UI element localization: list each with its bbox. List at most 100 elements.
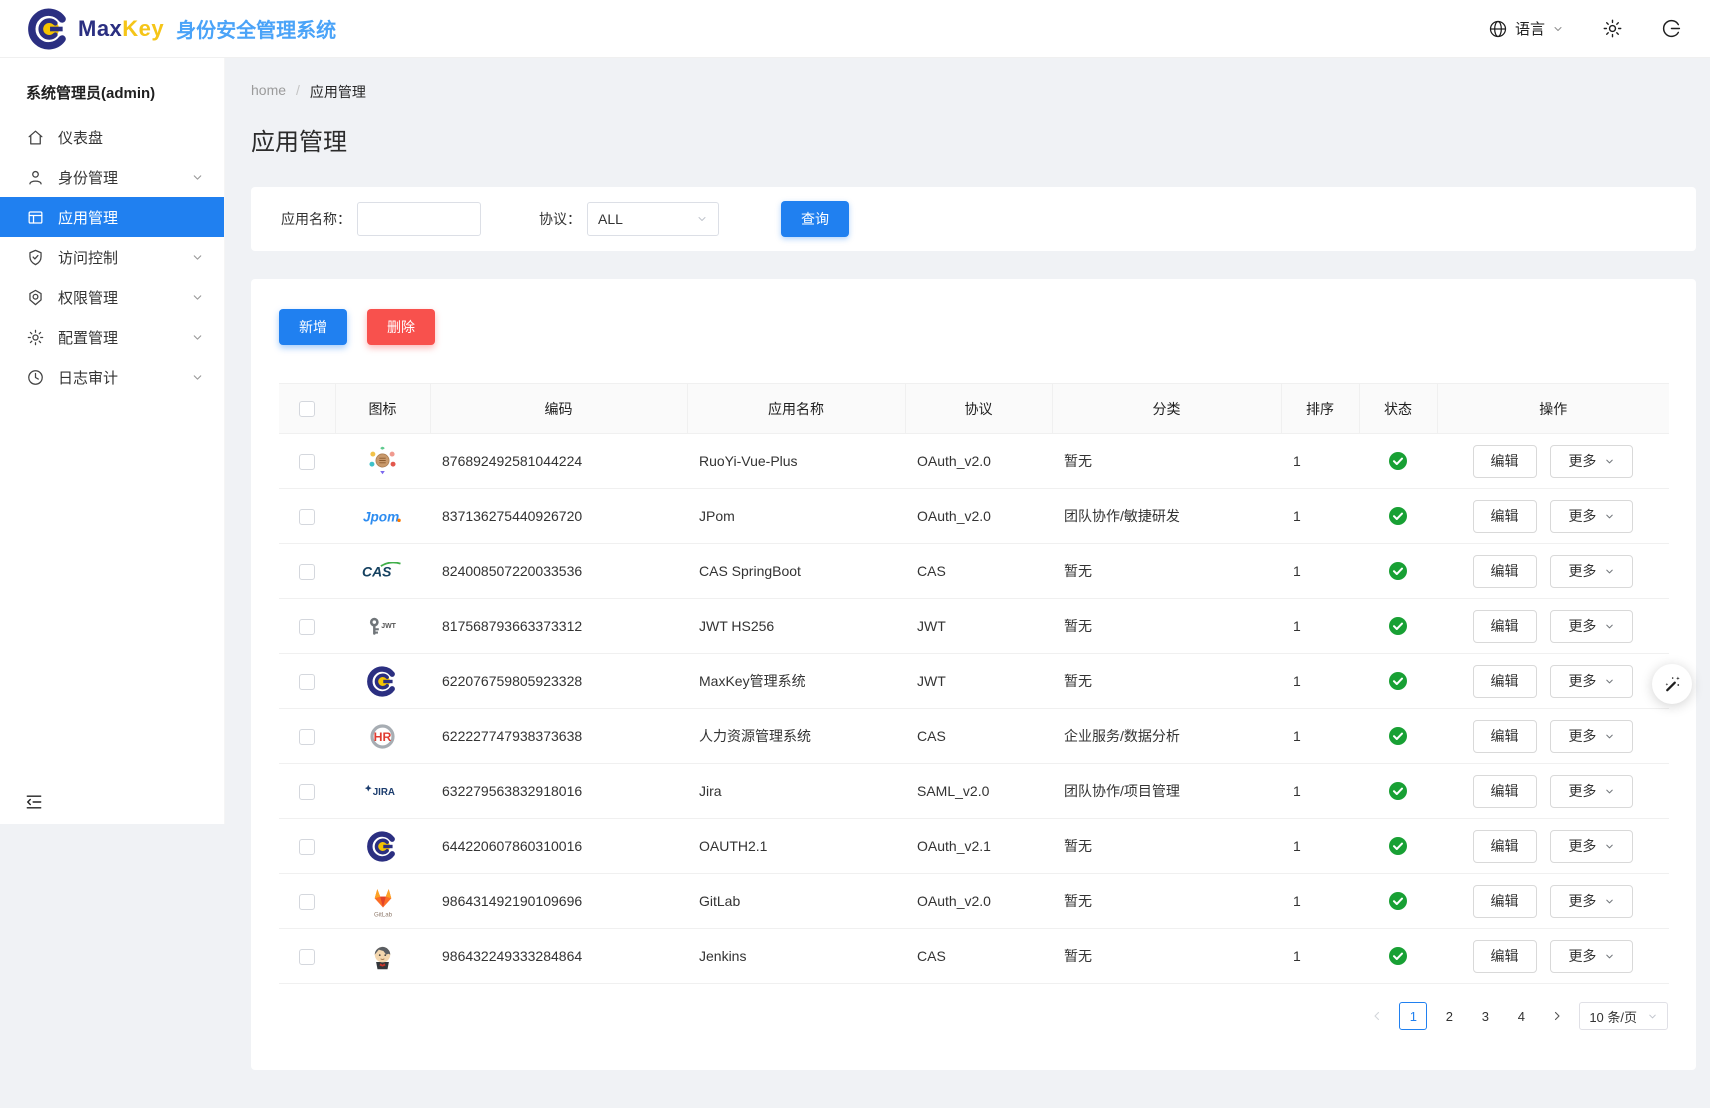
app-protocol: CAS — [905, 929, 1052, 984]
chevron-down-icon — [696, 213, 708, 225]
edit-button[interactable]: 编辑 — [1473, 610, 1537, 643]
column-header: 应用名称 — [687, 384, 905, 434]
chevron-down-icon — [1604, 951, 1615, 962]
page-button[interactable]: 1 — [1399, 1002, 1427, 1030]
more-button[interactable]: 更多 — [1550, 830, 1633, 863]
more-button[interactable]: 更多 — [1550, 610, 1633, 643]
chevron-down-icon — [1604, 676, 1615, 687]
delete-button[interactable]: 删除 — [367, 309, 435, 345]
column-header: 操作 — [1437, 384, 1669, 434]
edit-button[interactable]: 编辑 — [1473, 830, 1537, 863]
app-protocol: CAS — [905, 709, 1052, 764]
logout-button[interactable] — [1661, 18, 1682, 39]
row-checkbox[interactable] — [299, 729, 315, 745]
logout-icon — [1661, 18, 1682, 39]
app-code: 986432249333284864 — [430, 929, 687, 984]
column-header: 分类 — [1052, 384, 1281, 434]
page-button[interactable]: 2 — [1435, 1002, 1463, 1030]
app-name: OAUTH2.1 — [687, 819, 905, 874]
sidebar-item-permissions[interactable]: 权限管理 — [0, 277, 224, 317]
edit-button[interactable]: 编辑 — [1473, 445, 1537, 478]
theme-wand-button[interactable] — [1652, 664, 1692, 704]
breadcrumb: home / 应用管理 — [251, 82, 1696, 102]
row-checkbox[interactable] — [299, 784, 315, 800]
app-sort: 1 — [1281, 489, 1359, 544]
app-protocol: JWT — [905, 654, 1052, 709]
app-sort: 1 — [1281, 434, 1359, 489]
next-page-button[interactable] — [1543, 1002, 1571, 1030]
page-size-select[interactable]: 10 条/页 — [1579, 1002, 1668, 1030]
more-button[interactable]: 更多 — [1550, 885, 1633, 918]
row-checkbox[interactable] — [299, 674, 315, 690]
edit-button[interactable]: 编辑 — [1473, 885, 1537, 918]
breadcrumb-separator: / — [296, 82, 300, 102]
more-button[interactable]: 更多 — [1550, 555, 1633, 588]
chevron-down-icon — [1604, 731, 1615, 742]
app-name-input[interactable] — [357, 202, 481, 236]
app-code: 876892492581044224 — [430, 434, 687, 489]
status-enabled-icon — [1388, 506, 1408, 526]
previous-page-button[interactable] — [1363, 1002, 1391, 1030]
edit-button[interactable]: 编辑 — [1473, 940, 1537, 973]
edit-button[interactable]: 编辑 — [1473, 665, 1537, 698]
column-header: 状态 — [1359, 384, 1437, 434]
row-checkbox[interactable] — [299, 564, 315, 580]
app-category: 暂无 — [1052, 544, 1281, 599]
page-button[interactable]: 3 — [1471, 1002, 1499, 1030]
more-button[interactable]: 更多 — [1550, 720, 1633, 753]
sidebar-item-config[interactable]: 配置管理 — [0, 317, 224, 357]
sidebar-item-identity[interactable]: 身份管理 — [0, 157, 224, 197]
app-category: 暂无 — [1052, 599, 1281, 654]
page-button[interactable]: 4 — [1507, 1002, 1535, 1030]
breadcrumb-home[interactable]: home — [251, 82, 286, 102]
sidebar-item-dashboard[interactable]: 仪表盘 — [0, 117, 224, 157]
more-button[interactable]: 更多 — [1550, 500, 1633, 533]
search-button[interactable]: 查询 — [781, 201, 849, 237]
gear-icon — [26, 328, 45, 347]
sidebar: 系统管理员(admin) 仪表盘 身份管理 应用管理 访问控制 权限管理 配置管… — [0, 58, 225, 824]
more-button[interactable]: 更多 — [1550, 775, 1633, 808]
row-checkbox[interactable] — [299, 839, 315, 855]
chevron-down-icon — [1604, 456, 1615, 467]
status-enabled-icon — [1388, 451, 1408, 471]
chevron-down-icon — [191, 331, 204, 344]
edit-button[interactable]: 编辑 — [1473, 720, 1537, 753]
chevron-down-icon — [1604, 566, 1615, 577]
status-enabled-icon — [1388, 836, 1408, 856]
settings-button[interactable] — [1602, 18, 1623, 39]
row-checkbox[interactable] — [299, 619, 315, 635]
svg-text:Jpom: Jpom — [363, 509, 399, 524]
sidebar-collapse-button[interactable] — [24, 792, 44, 812]
edit-button[interactable]: 编辑 — [1473, 500, 1537, 533]
row-checkbox[interactable] — [299, 454, 315, 470]
table-row: 644220607860310016 OAUTH2.1 OAuth_v2.1 暂… — [279, 819, 1669, 874]
protocol-label: 协议： — [539, 209, 581, 229]
more-button[interactable]: 更多 — [1550, 445, 1633, 478]
gitlab-app-icon: GitLab — [368, 881, 398, 919]
more-button[interactable]: 更多 — [1550, 940, 1633, 973]
edit-button[interactable]: 编辑 — [1473, 555, 1537, 588]
app-name: Jira — [687, 764, 905, 819]
sidebar-user-title: 系统管理员(admin) — [0, 58, 224, 117]
svg-text:HR: HR — [374, 730, 392, 744]
sidebar-item-access[interactable]: 访问控制 — [0, 237, 224, 277]
jpom-app-icon: Jpom — [362, 497, 403, 535]
select-all-checkbox[interactable] — [299, 401, 315, 417]
app-protocol: SAML_v2.0 — [905, 764, 1052, 819]
chevron-down-icon — [1604, 621, 1615, 632]
language-menu[interactable]: 语言 — [1488, 18, 1564, 39]
more-button[interactable]: 更多 — [1550, 665, 1633, 698]
protocol-select[interactable]: ALL — [587, 202, 719, 236]
add-button[interactable]: 新增 — [279, 309, 347, 345]
row-checkbox[interactable] — [299, 509, 315, 525]
sidebar-item-audit[interactable]: 日志审计 — [0, 357, 224, 397]
magic-wand-icon — [1662, 674, 1683, 695]
edit-button[interactable]: 编辑 — [1473, 775, 1537, 808]
row-checkbox[interactable] — [299, 949, 315, 965]
row-checkbox[interactable] — [299, 894, 315, 910]
app-protocol: OAuth_v2.1 — [905, 819, 1052, 874]
svg-text:CAS: CAS — [362, 564, 392, 580]
clock-icon — [26, 368, 45, 387]
sidebar-item-apps[interactable]: 应用管理 — [0, 197, 224, 237]
table-row: JIRA 632279563832918016 Jira SAML_v2.0 团… — [279, 764, 1669, 819]
